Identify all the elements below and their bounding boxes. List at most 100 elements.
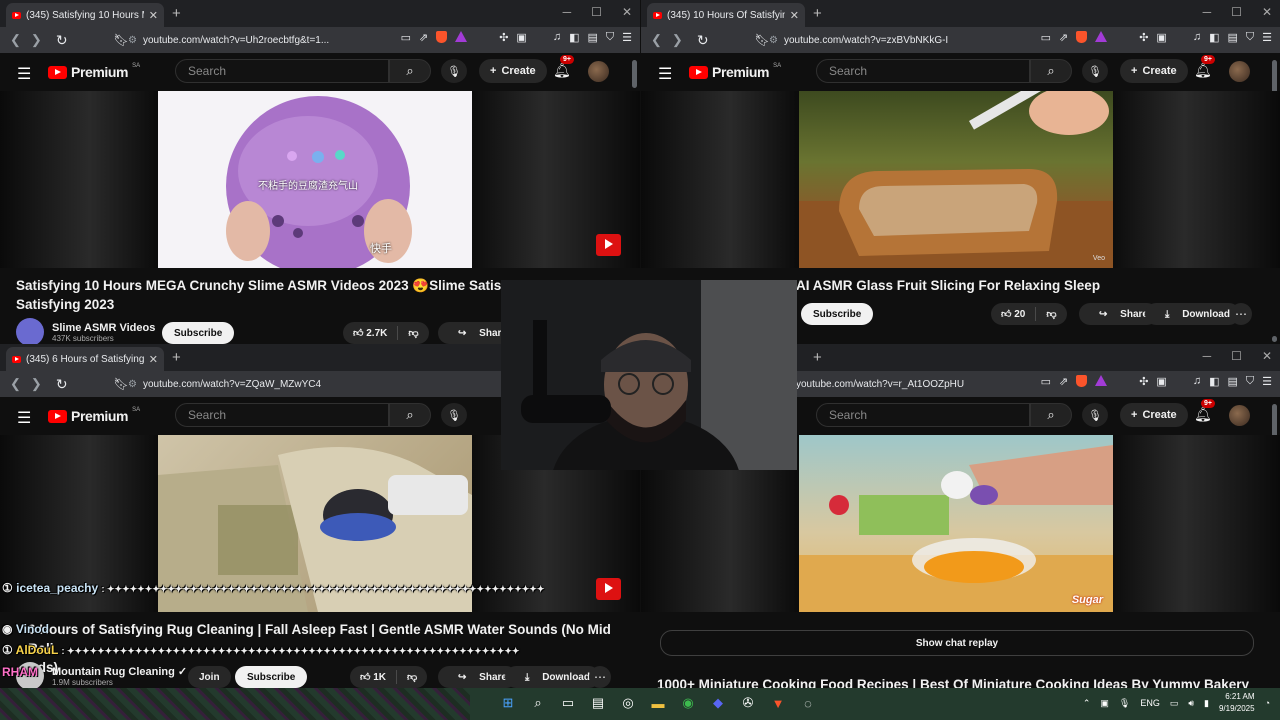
subscribe-button[interactable]: Subscribe <box>162 322 235 344</box>
minimize-icon[interactable]: ─ <box>1203 349 1212 363</box>
browser-tab[interactable]: (345) 10 Hours Of Satisfying AI ✕ <box>647 3 805 27</box>
voice-search-button[interactable]: 🎙︎ <box>441 403 467 427</box>
download-button[interactable]: ⤓ Download <box>1145 303 1240 325</box>
notifications-icon[interactable]: 🔔︎ <box>1194 406 1212 423</box>
show-chat-replay-button[interactable]: Show chat replay <box>660 630 1254 656</box>
new-tab-icon[interactable]: + <box>172 5 181 22</box>
forward-icon[interactable]: ❯ <box>672 32 683 48</box>
voice-search-button[interactable]: 🎙︎ <box>1082 59 1108 83</box>
channel-name[interactable]: Mountain Rug Cleaning ✓ <box>52 665 187 678</box>
sidebar-icon[interactable]: ◧ <box>1209 31 1219 44</box>
brave-rewards-icon[interactable] <box>1095 31 1108 42</box>
subscribe-watermark-icon[interactable] <box>596 234 621 256</box>
taskbar-search-icon[interactable]: ⌕ <box>528 693 548 713</box>
create-button[interactable]: + Create <box>1120 59 1188 83</box>
youtube-premium-logo[interactable]: Premium SA <box>48 407 140 424</box>
browser-tab[interactable]: (345) Satisfying 10 Hours MEGA ✕ <box>6 3 164 27</box>
site-info-icon[interactable]: ⚙︎ <box>128 35 137 46</box>
guide-menu-icon[interactable]: ☰ <box>17 64 31 84</box>
search-button[interactable]: ⌕ <box>389 403 431 427</box>
maximize-icon[interactable]: ☐ <box>1231 349 1242 363</box>
share-page-icon[interactable]: ⇗ <box>1059 31 1068 44</box>
extensions-icon[interactable]: ✣ <box>1139 31 1148 44</box>
sidebar-icon[interactable]: ◧ <box>569 31 579 44</box>
share-page-icon[interactable]: ⇗ <box>419 31 428 44</box>
extensions-icon[interactable]: ✣ <box>1139 375 1148 388</box>
search-button[interactable]: ⌕ <box>1030 59 1072 83</box>
channel-name[interactable]: Slime ASMR Videos <box>52 322 155 334</box>
app-icon[interactable]: ◎ <box>618 693 638 713</box>
subscribe-button[interactable]: Subscribe <box>235 666 308 688</box>
menu-icon[interactable]: ☰ <box>1262 375 1272 388</box>
cast-icon[interactable]: ▭ <box>401 31 411 44</box>
voice-search-button[interactable]: 🎙︎ <box>1082 403 1108 427</box>
cast-icon[interactable]: ▭ <box>1041 375 1051 388</box>
search-input[interactable] <box>186 404 380 426</box>
like-button[interactable]: 👍︎ 20 <box>991 308 1035 320</box>
window-scrollbar[interactable] <box>1272 336 1277 342</box>
brave-shields-icon[interactable] <box>1076 375 1088 387</box>
battery-icon[interactable]: ▮ <box>1204 698 1209 709</box>
guide-menu-icon[interactable]: ☰ <box>658 64 672 84</box>
video-player[interactable]: 不粘手的豆腐渣充气山 快手 <box>0 91 640 268</box>
back-icon[interactable]: ❮ <box>10 376 21 392</box>
video-player[interactable]: Veo <box>641 91 1280 268</box>
site-info-icon[interactable]: ⚙︎ <box>769 35 778 46</box>
tab-search-icon[interactable]: ▣ <box>516 31 526 44</box>
youtube-premium-logo[interactable]: Premium SA <box>689 63 781 80</box>
more-actions-button[interactable]: ⋯ <box>589 666 611 688</box>
close-window-icon[interactable]: ✕ <box>1262 349 1272 363</box>
url-field[interactable]: youtube.com/watch?v=r_At1OOZpHU <box>796 374 1036 394</box>
more-actions-button[interactable]: ⋯ <box>1230 303 1252 325</box>
dislike-button[interactable]: 👎︎ <box>1036 308 1066 320</box>
media-icon[interactable]: ♫ <box>553 31 561 44</box>
tab-search-icon[interactable]: ▣ <box>1156 375 1166 388</box>
account-avatar[interactable] <box>1229 61 1250 82</box>
reload-icon[interactable]: ↻ <box>56 32 68 49</box>
notifications-icon[interactable]: 🔔︎ <box>1194 62 1212 79</box>
bookmark-icon[interactable]: 🔖︎ <box>114 377 129 391</box>
account-avatar[interactable] <box>1229 405 1250 426</box>
volume-icon[interactable]: 🔊︎ <box>1188 698 1194 709</box>
tab-search-icon[interactable]: ▣ <box>1156 31 1166 44</box>
forward-icon[interactable]: ❯ <box>31 376 42 392</box>
back-icon[interactable]: ❮ <box>10 32 21 48</box>
tray-chevron-icon[interactable]: ⌃ <box>1083 698 1091 709</box>
url-field[interactable]: ⚙︎ youtube.com/watch?v=Uh2roecbtfg&t=1..… <box>128 30 368 50</box>
clock[interactable]: 6:21 AM 9/19/2025 <box>1219 691 1255 715</box>
brave-icon[interactable]: ▼ <box>768 693 788 713</box>
media-icon[interactable]: ♫ <box>1193 31 1201 44</box>
menu-icon[interactable]: ☰ <box>622 31 632 44</box>
new-tab-icon[interactable]: + <box>813 349 822 366</box>
brave-rewards-icon[interactable] <box>1095 375 1108 386</box>
like-button[interactable]: 👍︎ 1K <box>350 671 396 683</box>
like-button[interactable]: 👍︎ 2.7K <box>343 327 397 339</box>
terminal-icon[interactable]: ▤ <box>588 693 608 713</box>
create-button[interactable]: + Create <box>1120 403 1188 427</box>
site-info-icon[interactable]: ⚙︎ <box>128 379 137 390</box>
media-icon[interactable]: ♫ <box>1193 375 1201 388</box>
steam-icon[interactable]: ✇ <box>738 693 758 713</box>
account-avatar[interactable] <box>588 61 609 82</box>
close-window-icon[interactable]: ✕ <box>1262 5 1272 19</box>
tray-mic-icon[interactable]: 🎙︎ <box>1119 698 1130 709</box>
cast-icon[interactable]: ▭ <box>1041 31 1051 44</box>
close-tab-icon[interactable]: ✕ <box>790 9 799 22</box>
back-icon[interactable]: ❮ <box>651 32 662 48</box>
wallet-icon[interactable]: ▤ <box>1227 375 1237 388</box>
app-icon-2[interactable]: ◌ <box>798 693 818 713</box>
file-explorer-icon[interactable]: ▬ <box>648 693 668 713</box>
forward-icon[interactable]: ❯ <box>31 32 42 48</box>
bookmark-icon[interactable]: 🔖︎ <box>114 33 129 47</box>
bookmark-icon[interactable]: 🔖︎ <box>755 33 770 47</box>
notifications-icon[interactable]: 🔔︎ <box>553 62 571 79</box>
search-input[interactable] <box>186 60 380 82</box>
url-field[interactable]: ⚙︎ youtube.com/watch?v=zxBVbNKkG-I <box>769 30 1009 50</box>
share-page-icon[interactable]: ⇗ <box>1059 375 1068 388</box>
new-tab-icon[interactable]: + <box>813 5 822 22</box>
subscribe-watermark-icon[interactable] <box>596 578 621 600</box>
subscribe-button[interactable]: Subscribe <box>801 303 874 325</box>
voice-search-button[interactable]: 🎙︎ <box>441 59 467 83</box>
reload-icon[interactable]: ↻ <box>697 32 709 49</box>
language-indicator[interactable]: ENG <box>1140 698 1160 708</box>
